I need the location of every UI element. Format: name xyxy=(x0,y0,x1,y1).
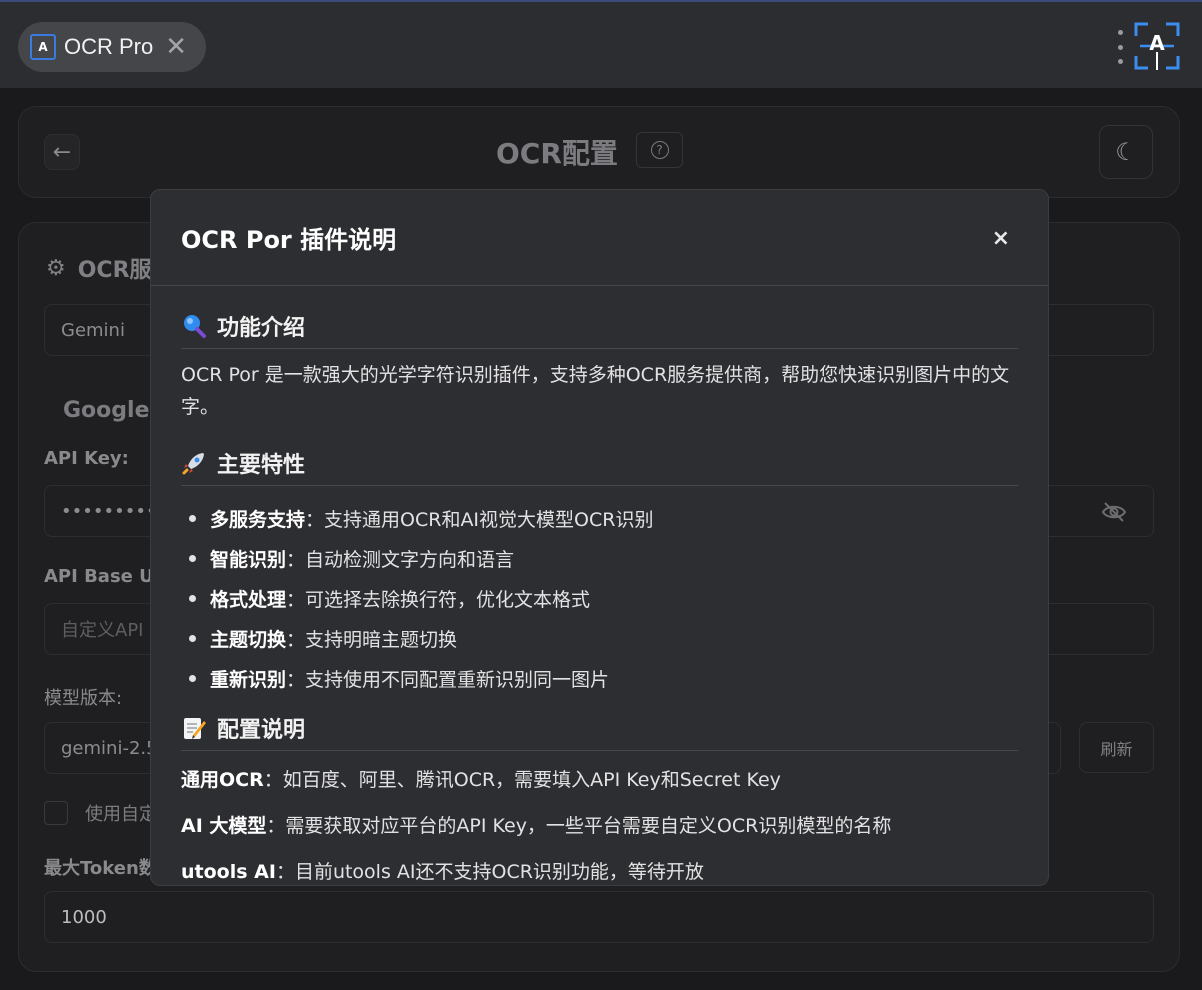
list-item: 主题切换 ：支持明暗主题切换 xyxy=(181,618,1017,658)
max-token-input[interactable]: 1000 xyxy=(44,891,1154,943)
list-item: 重新识别 ：支持使用不同配置重新识别同一图片 xyxy=(181,658,1017,698)
model-label: 模型版本: xyxy=(44,688,123,709)
config-heading-text: 配置说明 xyxy=(217,718,306,743)
ocr-app-icon: A xyxy=(30,34,56,60)
feature-desc: ：支持使用不同配置重新识别同一图片 xyxy=(286,668,610,691)
help-modal: OCR Por 插件说明 × 功能介绍 OCR Por 是一款强大的光学字符识别… xyxy=(150,189,1049,886)
tab-close-icon[interactable]: ✕ xyxy=(165,34,187,60)
section-title: ⚙ OCR服 xyxy=(46,252,152,284)
features-heading: 主要特性 xyxy=(181,447,1018,486)
gear-icon: ⚙ xyxy=(46,255,66,281)
help-button[interactable]: ? xyxy=(636,132,683,168)
config-heading: 配置说明 xyxy=(181,712,1018,751)
config-item: 通用OCR：如百度、阿里、腾讯OCR，需要填入API Key和Secret Ke… xyxy=(181,765,1017,797)
list-item: 多服务支持 ：支持通用OCR和AI视觉大模型OCR识别 xyxy=(181,498,1017,538)
app-logo-icon: A xyxy=(1134,22,1180,70)
feature-desc: ：支持明暗主题切换 xyxy=(286,628,458,651)
provider-value: Gemini xyxy=(61,319,125,341)
model-value: gemini-2.5 xyxy=(61,737,158,759)
tab-ocr-pro[interactable]: A OCR Pro ✕ xyxy=(18,22,206,72)
feature-name: 格式处理 xyxy=(210,588,287,611)
more-menu-icon[interactable] xyxy=(1114,30,1126,64)
config-name: utools AI xyxy=(181,861,276,883)
refresh-button[interactable]: 刷新 xyxy=(1079,722,1154,773)
moon-icon: ☾ xyxy=(1115,138,1137,166)
config-desc: ：需要获取对应平台的API Key，一些平台需要自定义OCR识别模型的名称 xyxy=(266,815,892,837)
help-icon: ? xyxy=(650,141,669,159)
modal-title: OCR Por 插件说明 xyxy=(181,226,397,254)
feature-desc: ：支持通用OCR和AI视觉大模型OCR识别 xyxy=(305,508,654,531)
modal-header: OCR Por 插件说明 × xyxy=(151,190,1048,286)
page-title: OCR配置 xyxy=(496,137,618,170)
custom-model-checkbox[interactable] xyxy=(44,801,68,825)
config-item: utools AI：目前utools AI还不支持OCR识别功能，等待开放 xyxy=(181,857,1017,885)
modal-body: 功能介绍 OCR Por 是一款强大的光学字符识别插件，支持多种OCR服务提供商… xyxy=(151,286,1048,885)
list-item: 格式处理 ：可选择去除换行符，优化文本格式 xyxy=(181,578,1017,618)
config-name: 通用OCR xyxy=(181,769,264,791)
back-button[interactable]: ← xyxy=(44,134,80,170)
api-key-label: API Key: xyxy=(44,448,129,469)
api-base-placeholder: 自定义API xyxy=(61,620,144,641)
features-heading-text: 主要特性 xyxy=(217,453,306,478)
svg-text:A: A xyxy=(1149,31,1165,55)
section-title-text: OCR服 xyxy=(77,258,152,283)
intro-heading-text: 功能介绍 xyxy=(217,316,306,341)
feature-desc: ：自动检测文字方向和语言 xyxy=(286,548,515,571)
config-item: AI 大模型：需要获取对应平台的API Key，一些平台需要自定义OCR识别模型… xyxy=(181,811,1017,843)
rocket-icon xyxy=(182,453,204,475)
list-item: 智能识别 ：自动检测文字方向和语言 xyxy=(181,538,1017,578)
feature-name: 智能识别 xyxy=(210,548,287,571)
intro-text: OCR Por 是一款强大的光学字符识别插件，支持多种OCR服务提供商，帮助您快… xyxy=(181,364,1010,418)
feature-desc: ：可选择去除换行符，优化文本格式 xyxy=(286,588,591,611)
features-list: 多服务支持 ：支持通用OCR和AI视觉大模型OCR识别 智能识别 ：自动检测文字方向… xyxy=(181,498,1017,698)
intro-heading: 功能介绍 xyxy=(181,310,1018,349)
theme-toggle-button[interactable]: ☾ xyxy=(1099,125,1153,179)
feature-name: 重新识别 xyxy=(210,668,287,691)
max-token-label: 最大Token数 xyxy=(44,858,157,879)
config-desc: ：目前utools AI还不支持OCR识别功能，等待开放 xyxy=(275,861,704,883)
tab-title: OCR Pro xyxy=(64,34,154,59)
config-name: AI 大模型 xyxy=(181,815,267,837)
feature-name: 主题切换 xyxy=(210,628,287,651)
config-desc: ：如百度、阿里、腾讯OCR，需要填入API Key和Secret Key xyxy=(263,769,781,791)
close-icon[interactable]: × xyxy=(992,226,1010,251)
magnifier-icon xyxy=(184,315,206,338)
memo-icon xyxy=(184,718,206,739)
feature-name: 多服务支持 xyxy=(210,508,306,531)
custom-model-label: 使用自定 xyxy=(85,804,157,825)
max-token-value: 1000 xyxy=(61,906,107,928)
title-bar: A OCR Pro ✕ A xyxy=(0,0,1202,88)
eye-off-icon[interactable] xyxy=(1101,502,1127,522)
